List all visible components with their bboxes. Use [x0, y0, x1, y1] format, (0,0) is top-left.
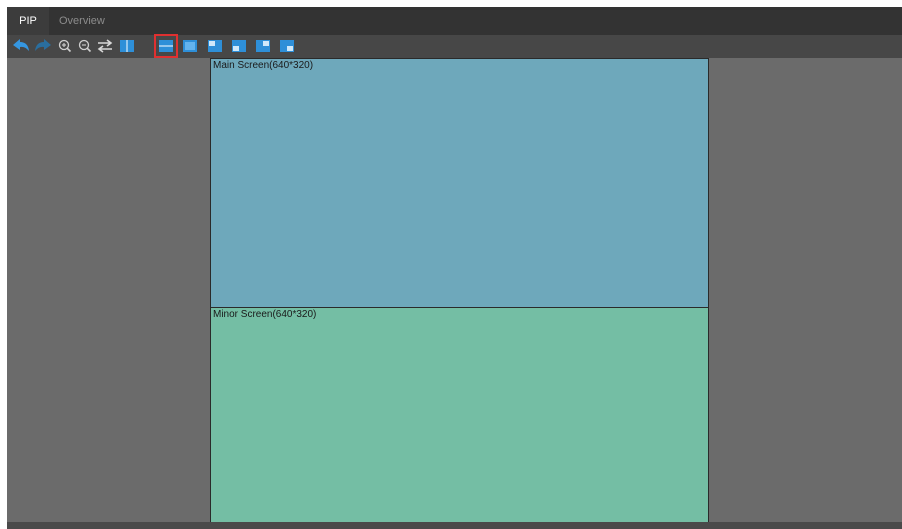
layout-side-by-side-icon: [120, 40, 134, 52]
layout-pip-bottom-right-button[interactable]: [278, 37, 296, 55]
preview-canvas: Main Screen(640*320) Minor Screen(640*32…: [7, 58, 902, 529]
zoom-out-icon: [78, 39, 92, 53]
swap-button[interactable]: [96, 37, 114, 55]
layout-top-bottom-button[interactable]: [154, 34, 178, 58]
toolbar: [7, 34, 902, 58]
layout-pip-bottom-left-button[interactable]: [230, 37, 248, 55]
layout-pip-bottom-right-icon: [280, 40, 294, 52]
undo-button[interactable]: [12, 37, 30, 55]
layout-pip-top-left-icon: [208, 40, 222, 52]
swap-icon: [97, 39, 113, 53]
pip-editor-window: PIP Overview Main Screen(640*320) Minor …: [7, 7, 902, 529]
main-screen-area[interactable]: Main Screen(640*320): [210, 58, 709, 308]
layout-single-icon: [183, 40, 197, 52]
tab-bar: PIP Overview: [7, 7, 902, 35]
bottom-status-strip: [7, 522, 902, 529]
minor-screen-label: Minor Screen(640*320): [213, 309, 317, 320]
main-screen-label: Main Screen(640*320): [213, 60, 314, 71]
tab-overview[interactable]: Overview: [49, 7, 115, 35]
layout-pip-top-left-button[interactable]: [206, 37, 224, 55]
layout-pip-bottom-left-icon: [232, 40, 246, 52]
tab-pip[interactable]: PIP: [7, 7, 49, 35]
undo-icon: [13, 39, 29, 51]
minor-screen-area[interactable]: Minor Screen(640*320): [210, 307, 709, 529]
redo-button[interactable]: [34, 37, 52, 55]
layout-single-button[interactable]: [181, 37, 199, 55]
redo-icon: [35, 39, 51, 51]
zoom-in-button[interactable]: [56, 37, 74, 55]
layout-pip-top-right-button[interactable]: [254, 37, 272, 55]
zoom-in-icon: [58, 39, 72, 53]
zoom-out-button[interactable]: [76, 37, 94, 55]
layout-top-bottom-icon: [159, 40, 173, 52]
layout-pip-top-right-icon: [256, 40, 270, 52]
layout-side-by-side-button[interactable]: [118, 37, 136, 55]
